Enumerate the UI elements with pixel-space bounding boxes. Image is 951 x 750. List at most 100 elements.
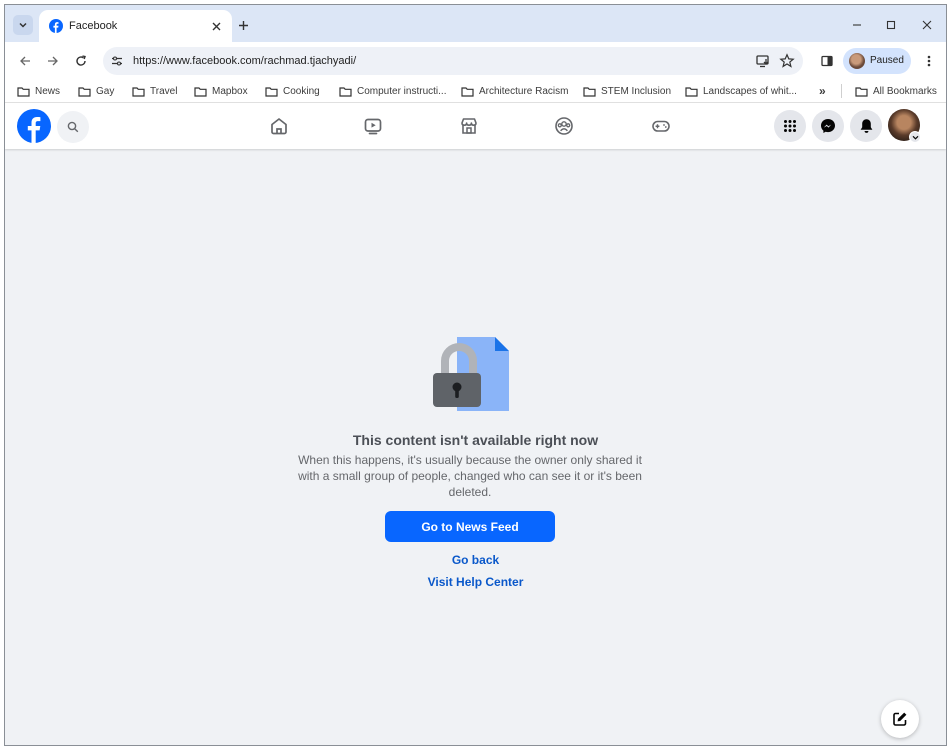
messenger-button[interactable] <box>812 110 844 142</box>
arrow-left-icon <box>20 56 30 66</box>
browser-menu-button[interactable] <box>919 51 939 71</box>
folder-icon <box>17 86 30 97</box>
folder-icon <box>461 86 474 97</box>
nav-watch[interactable] <box>361 114 385 138</box>
go-to-news-feed-button[interactable]: Go to News Feed <box>385 511 555 542</box>
nav-home[interactable] <box>267 114 291 138</box>
error-description: When this happens, it's usually because … <box>298 453 642 499</box>
error-title: This content isn't available right now <box>352 432 599 448</box>
bookmark-label: Landscapes of whit... <box>703 85 797 97</box>
close-icon <box>212 22 220 30</box>
bookmark-folder[interactable]: Mapbox <box>194 84 248 98</box>
profile-button[interactable]: Paused <box>843 48 911 74</box>
install-app-icon[interactable] <box>755 53 771 69</box>
reload-icon <box>76 55 86 66</box>
site-info-button[interactable] <box>109 53 125 69</box>
watch-icon <box>364 118 382 135</box>
locked-content-icon <box>433 337 509 411</box>
bookmarks-bar: News Gay Travel Mapbox Cooking Computer … <box>5 79 946 103</box>
facebook-logo-icon[interactable] <box>17 109 51 143</box>
minimize-icon <box>853 24 861 26</box>
notifications-button[interactable] <box>850 110 882 142</box>
bookmark-folder[interactable]: STEM Inclusion <box>583 84 671 98</box>
forward-button[interactable] <box>43 51 63 71</box>
bookmark-label: Cooking <box>283 85 320 97</box>
bookmark-folder[interactable]: Architecture Racism <box>461 84 568 98</box>
url-text: https://www.facebook.com/rachmad.tjachya… <box>133 55 357 67</box>
bookmark-folder[interactable]: News <box>17 84 60 98</box>
all-bookmarks-button[interactable]: All Bookmarks <box>855 84 937 98</box>
facebook-favicon-icon <box>49 19 63 33</box>
overflow-chevron: » <box>819 84 826 98</box>
bookmark-label: STEM Inclusion <box>601 85 672 97</box>
nav-marketplace[interactable] <box>457 114 481 138</box>
tab-title: Facebook <box>69 20 118 32</box>
maximize-icon <box>886 20 896 30</box>
new-tab-button[interactable] <box>233 15 253 35</box>
menu-grid-icon <box>784 120 796 132</box>
bookmark-label: Gay <box>96 85 115 97</box>
nav-gaming[interactable] <box>649 114 673 138</box>
minimize-button[interactable] <box>847 15 867 35</box>
bookmark-star-icon[interactable] <box>779 53 795 69</box>
plus-icon <box>238 20 248 30</box>
tab-strip: Facebook <box>5 5 946 42</box>
content-unavailable-panel: This content isn't available right now W… <box>5 149 946 745</box>
gaming-icon <box>652 120 670 132</box>
folder-icon <box>132 86 145 97</box>
tune-icon <box>112 56 122 66</box>
close-icon <box>922 20 932 30</box>
bookmark-label: Computer instructi... <box>357 85 447 97</box>
folder-icon <box>855 86 868 97</box>
bookmarks-overflow-button[interactable]: » <box>819 84 826 98</box>
tab-search-button[interactable] <box>13 15 33 35</box>
bookmark-folder[interactable]: Cooking <box>265 84 320 98</box>
bookmark-folder[interactable]: Travel <box>132 84 177 98</box>
account-menu-badge[interactable] <box>909 131 921 143</box>
chevron-down-icon <box>19 22 27 28</box>
address-bar[interactable]: https://www.facebook.com/rachmad.tjachya… <box>103 47 803 75</box>
home-icon <box>271 118 287 135</box>
folder-icon <box>194 86 207 97</box>
go-back-link[interactable]: Go back <box>5 553 946 567</box>
side-panel-button[interactable] <box>817 51 837 71</box>
facebook-search-button[interactable] <box>57 111 89 143</box>
bookmark-folder[interactable]: Computer instructi... <box>339 84 446 98</box>
close-tab-button[interactable] <box>208 18 224 34</box>
menu-button[interactable] <box>774 110 806 142</box>
back-button[interactable] <box>15 51 35 71</box>
close-window-button[interactable] <box>917 15 937 35</box>
side-panel-icon <box>821 55 833 67</box>
browser-window: Facebook https://www.facebook.com/rachma… <box>4 4 947 746</box>
bookmark-label: Mapbox <box>212 85 248 97</box>
notifications-bell-icon <box>860 119 872 133</box>
bookmark-folder[interactable]: Gay <box>78 84 114 98</box>
reload-button[interactable] <box>71 51 91 71</box>
folder-icon <box>78 86 91 97</box>
browser-toolbar: https://www.facebook.com/rachmad.tjachya… <box>5 42 946 79</box>
folder-icon <box>685 86 698 97</box>
new-message-button[interactable] <box>881 700 919 738</box>
groups-icon <box>555 117 573 135</box>
kebab-menu-icon <box>927 55 931 67</box>
facebook-header <box>5 103 946 149</box>
bookmark-folder[interactable]: Landscapes of whit... <box>685 84 797 98</box>
folder-icon <box>583 86 596 97</box>
bookmarks-divider <box>841 84 842 98</box>
bookmark-label: Travel <box>150 85 178 97</box>
chevron-down-icon <box>912 135 918 140</box>
visit-help-center-link[interactable]: Visit Help Center <box>5 575 946 589</box>
maximize-button[interactable] <box>881 15 901 35</box>
all-bookmarks-label: All Bookmarks <box>873 85 937 97</box>
bookmark-label: News <box>35 85 61 97</box>
marketplace-icon <box>461 118 477 134</box>
search-icon <box>67 121 79 133</box>
folder-icon <box>265 86 278 97</box>
tab-facebook[interactable]: Facebook <box>39 10 232 42</box>
profile-status: Paused <box>870 55 904 66</box>
profile-avatar <box>849 53 865 69</box>
nav-groups[interactable] <box>552 114 576 138</box>
bookmark-label: Architecture Racism <box>479 85 569 97</box>
compose-icon <box>893 712 907 726</box>
folder-icon <box>339 86 352 97</box>
